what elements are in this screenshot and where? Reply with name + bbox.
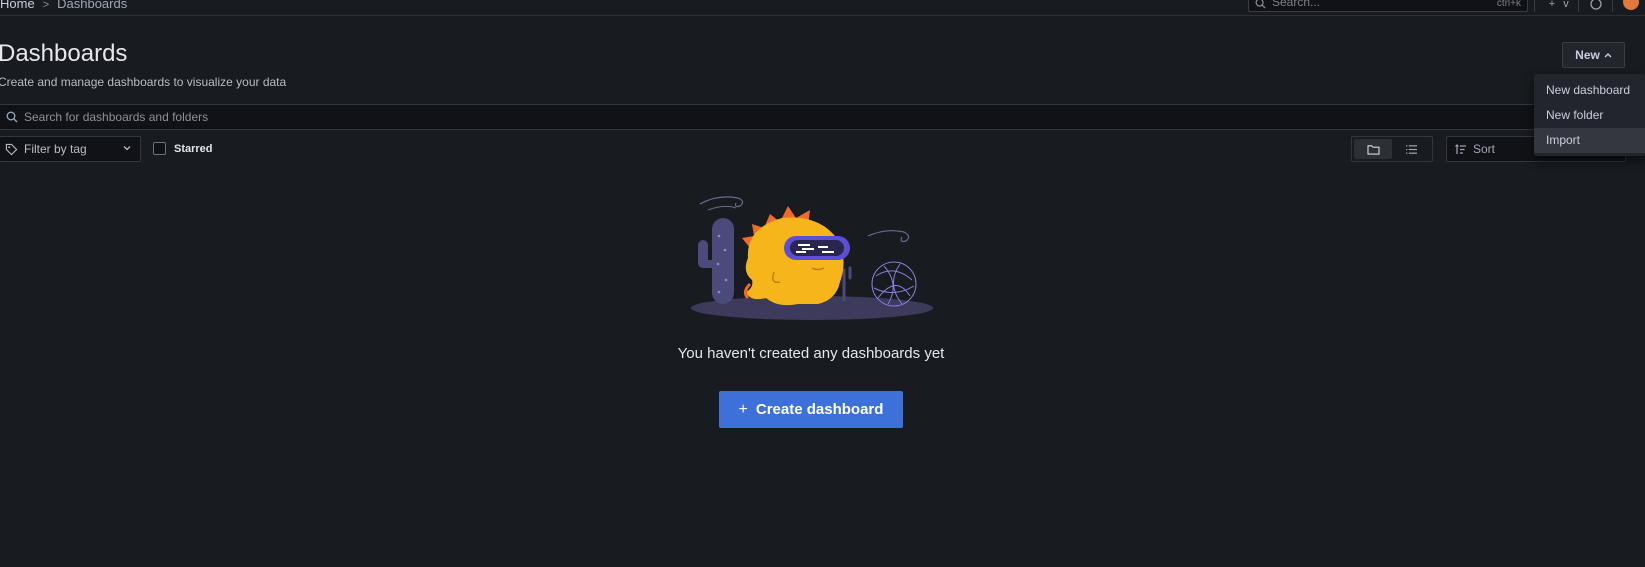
new-button-label: New [1575, 48, 1600, 62]
avatar[interactable] [1623, 0, 1639, 10]
list-icon [1405, 144, 1417, 154]
new-menu: New dashboard New folder Import [1534, 74, 1645, 156]
create-dashboard-button[interactable]: + Create dashboard [719, 391, 903, 428]
menu-item-import[interactable]: Import [1534, 128, 1645, 153]
help-icon[interactable] [1588, 0, 1604, 12]
wind-swirl [707, 205, 737, 211]
starred-label: Starred [174, 142, 213, 155]
mascot [742, 206, 850, 306]
search-icon [6, 111, 18, 123]
search-placeholder: Search for dashboards and folders [24, 110, 209, 124]
create-dashboard-label: Create dashboard [755, 401, 884, 418]
divider [1534, 0, 1535, 12]
starred-filter[interactable]: Starred [153, 142, 213, 155]
sort-icon [1455, 143, 1466, 154]
page-subtitle: Create and manage dashboards to visualiz… [0, 75, 287, 89]
starred-checkbox[interactable] [153, 142, 166, 155]
breadcrumb-separator: > [42, 0, 50, 11]
breadcrumb-current: Dashboards [57, 0, 128, 11]
filter-by-tag-select[interactable]: Filter by tag [0, 136, 141, 162]
tag-icon [5, 143, 18, 155]
menu-item-new-folder[interactable]: New folder [1534, 103, 1645, 128]
sort-placeholder: Sort [1473, 142, 1496, 156]
plus-icon: + [738, 400, 748, 418]
wind-swirl [867, 230, 910, 243]
filter-tag-placeholder: Filter by tag [24, 142, 87, 156]
folder-view-button[interactable] [1354, 139, 1392, 159]
view-toggle [1351, 136, 1433, 162]
dashboard-search-input[interactable]: Search for dashboards and folders [0, 104, 1559, 130]
list-view-button[interactable] [1392, 139, 1430, 159]
wind-swirl [699, 196, 744, 208]
breadcrumb: Home > Dashboards [0, 0, 127, 11]
search-shortcut: ctrl+k [1496, 0, 1521, 9]
chevron-up-icon [1604, 53, 1612, 58]
page-title: Dashboards [0, 40, 128, 67]
breadcrumb-home[interactable]: Home [0, 0, 35, 11]
new-button[interactable]: New [1562, 42, 1625, 68]
cactus [698, 218, 734, 304]
plus-icon: + [1548, 0, 1556, 10]
menu-item-new-dashboard[interactable]: New dashboard [1534, 78, 1645, 103]
chevron-down-icon [123, 146, 131, 151]
top-bar: Home > Dashboards Search... ctrl+k + v [0, 0, 1645, 16]
folder-icon [1366, 144, 1380, 155]
top-search-input[interactable]: Search... ctrl+k [1248, 0, 1528, 12]
top-search-placeholder: Search... [1272, 0, 1321, 9]
empty-state-message: You haven't created any dashboards yet [677, 345, 945, 362]
empty-state-illustration [691, 196, 933, 320]
divider [1612, 0, 1613, 12]
divider [1578, 0, 1579, 12]
chevron-down-icon[interactable]: v [1558, 0, 1574, 12]
search-icon [1255, 0, 1266, 9]
